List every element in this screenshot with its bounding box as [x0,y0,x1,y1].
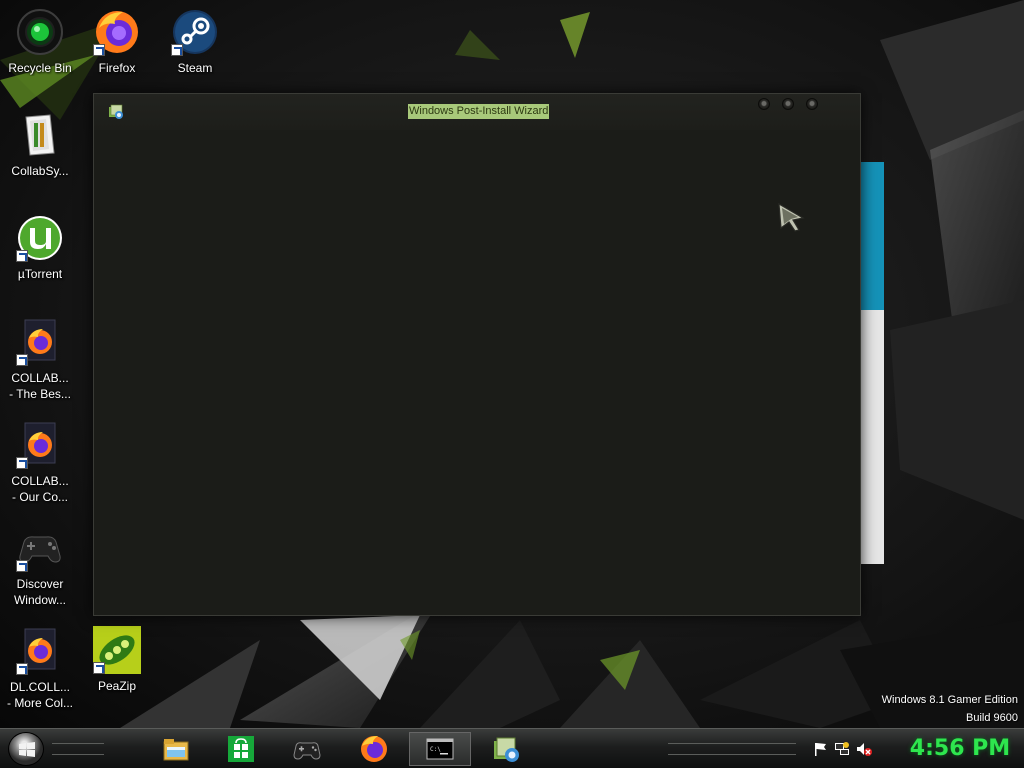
desktop-icon-label: Recycle Bin [8,61,72,75]
desktop-icon-collab-best[interactable]: COLLAB... - The Bes... [0,318,80,402]
desktop-icon-firefox[interactable]: Firefox [77,8,157,76]
system-tray [806,735,888,763]
taskbar-button-command-prompt[interactable]: C:\ [409,732,471,766]
shortcut-arrow-icon [16,457,28,469]
taskbar-decoration [668,743,796,755]
taskbar-button-file-explorer[interactable] [145,732,207,766]
wizard-content-area [94,130,860,615]
desktop-icon-label: COLLAB... [11,371,69,385]
desktop-icon-recycle-bin[interactable]: Recycle Bin [0,8,80,76]
desktop-icon-label: Firefox [98,61,136,75]
folder-file-icon [16,111,64,159]
desktop-icon-steam[interactable]: Steam [155,8,235,76]
desktop-icon-label: Steam [177,61,213,75]
desktop-icon-peazip[interactable]: PeaZip [77,626,157,694]
taskbar-button-post-install-wizard[interactable] [475,732,537,766]
shortcut-arrow-icon [16,663,28,675]
shortcut-arrow-icon [93,662,105,674]
firefox-document-icon [16,627,64,675]
wizard-app-icon [494,737,519,762]
desktop-icon-collabsy[interactable]: CollabSy... [0,111,80,179]
desktop-icon-label: Discover [16,577,64,591]
shortcut-arrow-icon [171,44,183,56]
taskbar-decoration [52,743,104,755]
desktop-icon-collab-our[interactable]: COLLAB... - Our Co... [0,421,80,505]
gamepad-icon [293,742,321,760]
volume-muted-icon[interactable] [856,741,872,757]
window-title: Windows Post-Install Wizard [408,104,550,119]
mouse-cursor-icon [778,202,805,232]
desktop-icon-discover[interactable]: Discover Window... [0,524,80,608]
window-titlebar[interactable]: Windows Post-Install Wizard [94,94,860,130]
steam-icon [171,8,219,56]
desktop-icon-label: DL.COLL... [9,680,71,694]
windows-logo-icon [19,742,35,757]
file-explorer-icon [163,739,189,761]
firefox-document-icon [16,421,64,469]
background-window-accent [858,162,884,310]
minimize-button[interactable] [758,98,770,110]
post-install-wizard-window[interactable]: Windows Post-Install Wizard [93,93,861,616]
firefox-document-icon [16,318,64,366]
desktop-icon-label: Window... [13,593,67,607]
network-icon[interactable] [834,741,850,757]
background-window-edge[interactable] [858,162,884,564]
shortcut-arrow-icon [16,250,28,262]
shortcut-arrow-icon [93,44,105,56]
desktop-icon-utorrent[interactable]: µTorrent [0,214,80,282]
wizard-app-icon [109,104,123,119]
shortcut-arrow-icon [16,354,28,366]
desktop-icon-label: PeaZip [97,679,137,693]
edition-watermark: Windows 8.1 Gamer Edition [881,694,1018,706]
taskbar-clock[interactable]: 4:56 PM [900,734,1020,764]
utorrent-icon [16,214,64,262]
shortcut-arrow-icon [16,560,28,572]
command-prompt-icon: C:\ [426,738,454,760]
desktop-icon-label: COLLAB... [11,474,69,488]
close-button[interactable] [806,98,818,110]
svg-text:C:\: C:\ [430,746,441,753]
peazip-icon [93,626,141,674]
desktop-icon-label: - More Col... [6,696,73,710]
gamepad-icon [16,524,64,572]
taskbar-button-firefox[interactable] [343,732,405,766]
firefox-icon [361,736,387,762]
desktop-icon-label: - Our Co... [11,490,68,504]
maximize-button[interactable] [782,98,794,110]
recycle-bin-icon [16,8,64,56]
taskbar: C:\ 4:56 PM [0,728,1024,768]
desktop-icon-label: µTorrent [17,267,63,281]
taskbar-button-gamepad[interactable] [276,732,338,766]
store-icon [228,736,254,762]
desktop-icon-dl-collab[interactable]: DL.COLL... - More Col... [0,627,80,711]
desktop-icon-label: - The Bes... [9,387,71,401]
action-center-flag-icon[interactable] [812,741,828,757]
start-button[interactable] [8,732,44,766]
taskbar-button-store[interactable] [210,732,272,766]
firefox-icon [93,8,141,56]
build-watermark: Build 9600 [966,712,1018,724]
desktop-icon-label: CollabSy... [11,164,69,178]
